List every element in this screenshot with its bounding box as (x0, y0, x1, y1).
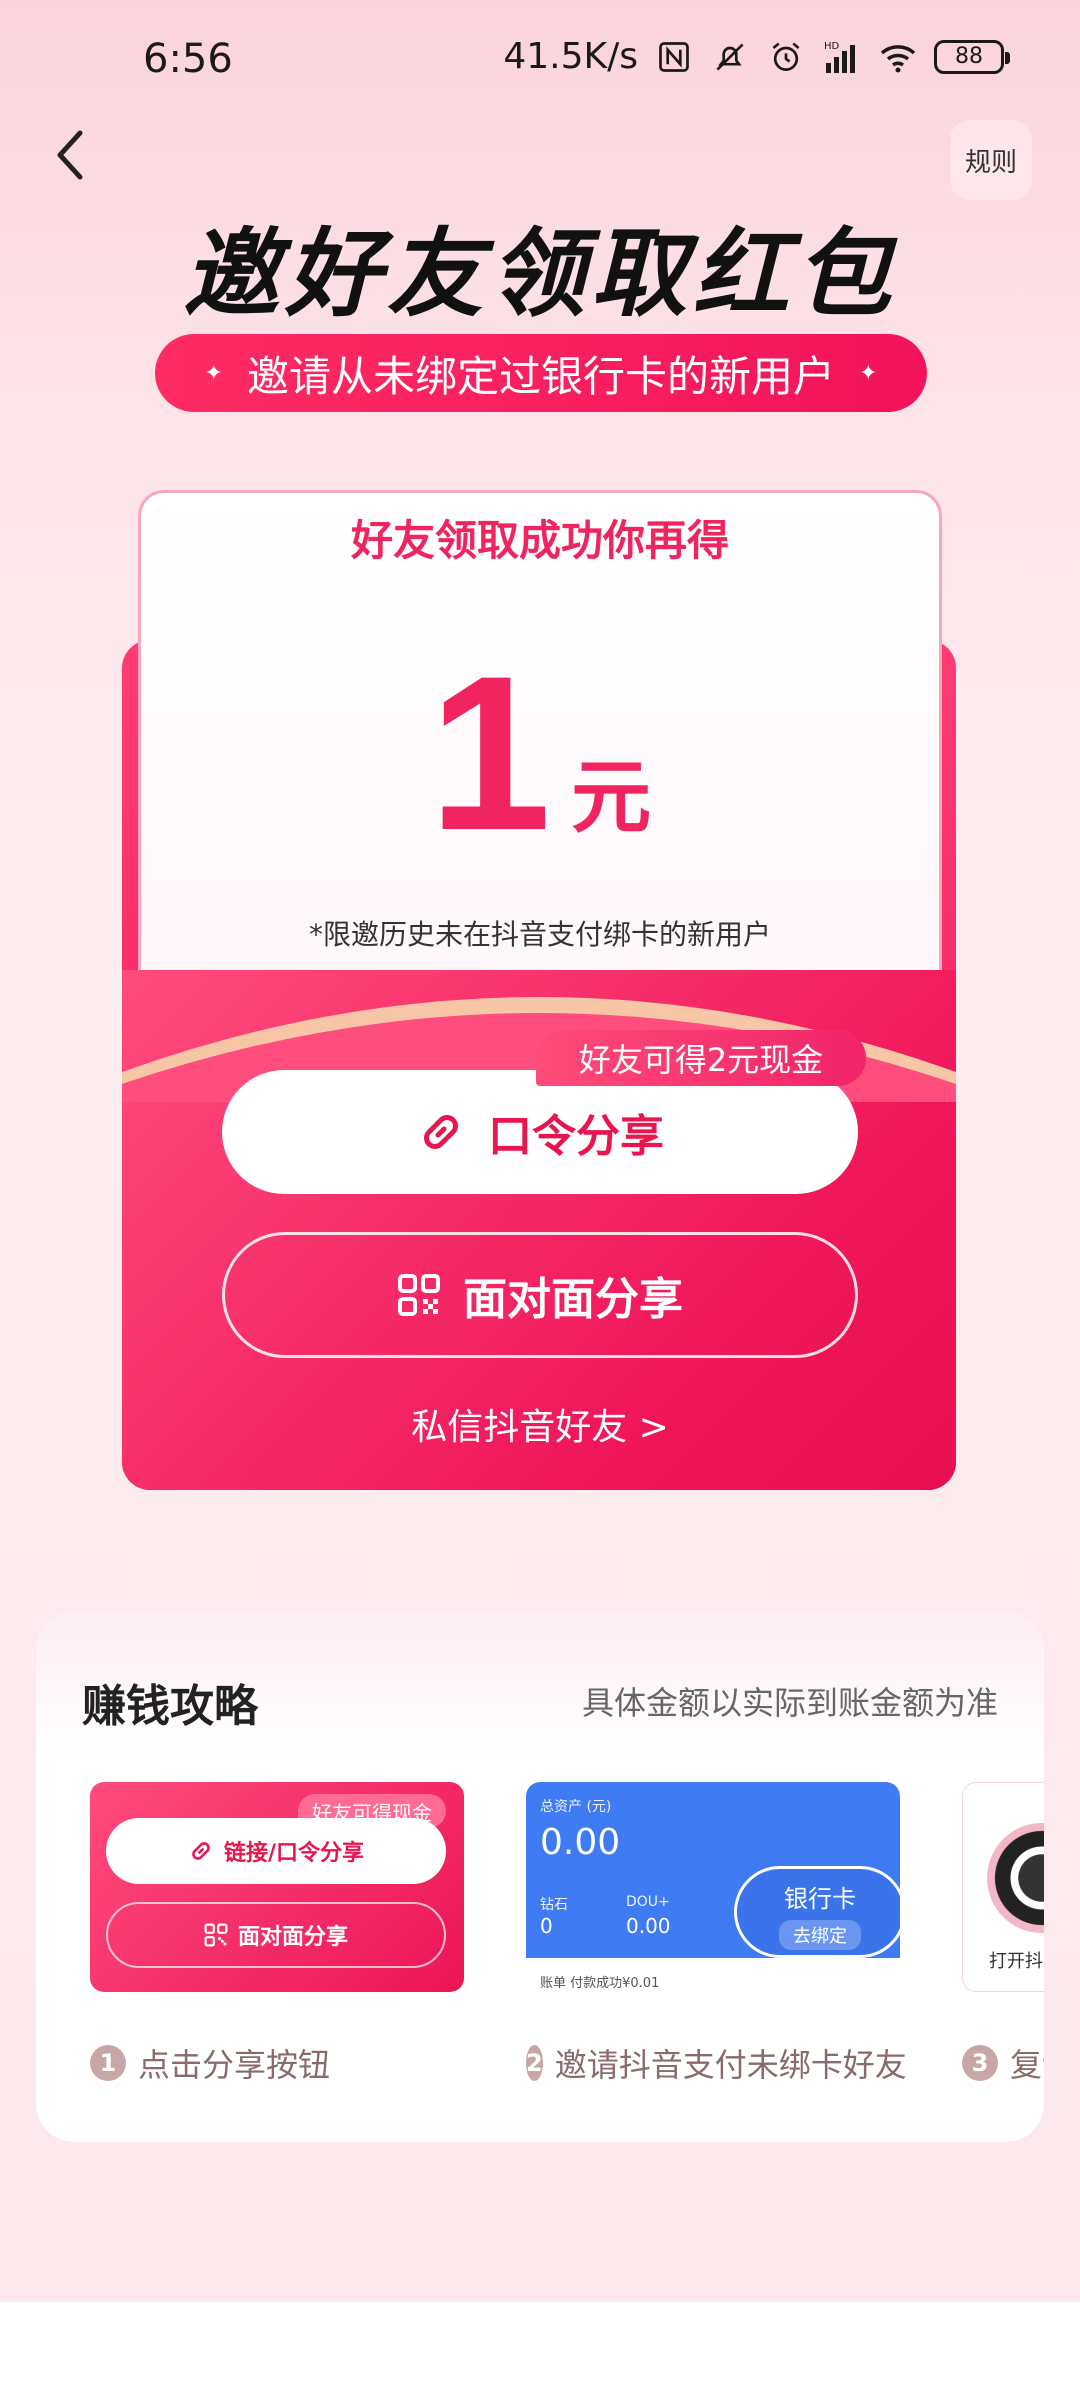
step-text: 邀请抖音支付未绑卡好友 (554, 2046, 907, 2084)
step-label-3: 3 复制 (962, 2040, 1044, 2086)
wallet-sub-label: DOU+ (626, 1894, 670, 1910)
bottom-bar (0, 2302, 1080, 2400)
step-card-2: 总资产 (元) 0.00 钻石 0 DOU+ 0.00 账单 付款成功¥0.01… (526, 1782, 907, 2086)
strategy-section: 赚钱攻略 具体金额以实际到账金额为准 好友可得现金 链接/口令分享 面对面分享 … (36, 1610, 1044, 2142)
subtitle-pill: ✦ 邀请从未绑定过银行卡的新用户 ✦ (155, 334, 927, 412)
alarm-icon (766, 37, 806, 77)
net-speed: 41.5K/s (503, 36, 638, 77)
signal-icon: HD (822, 37, 862, 77)
strategy-note: 具体金额以实际到账金额为准 (581, 1684, 998, 1722)
mute-icon (710, 37, 750, 77)
sparkle-icon: ✦ (204, 360, 223, 386)
private-message-link[interactable]: 私信抖音好友 > (0, 1398, 1080, 1450)
bonus-badge: 好友可得2元现金 (536, 1030, 866, 1086)
strategy-title: 赚钱攻略 (82, 1681, 258, 1732)
step-number: 3 (962, 2045, 998, 2081)
step-number: 1 (90, 2045, 126, 2081)
face-share-button[interactable]: 面对面分享 (222, 1232, 858, 1358)
link-icon (424, 1115, 458, 1149)
reward-header: 好友领取成功你再得 (350, 516, 729, 565)
amount-unit: 元 (571, 751, 652, 844)
password-share-label: 口令分享 (488, 1111, 664, 1162)
bank-card-bubble: 银行卡 去绑定 (734, 1866, 900, 1958)
face-share-label: 面对面分享 (463, 1274, 683, 1325)
chevron-left-icon (57, 130, 83, 180)
bank-card-title: 银行卡 (784, 1885, 856, 1913)
qr-code-icon (398, 1274, 440, 1316)
sparkle-icon: ✦ (859, 360, 878, 386)
wallet-sub-label: 钻石 (540, 1897, 568, 1913)
wallet-sub-value: 0 (540, 1914, 553, 1938)
mini-link-share-label: 链接/口令分享 (223, 1841, 365, 1866)
step-2-illustration: 总资产 (元) 0.00 钻石 0 DOU+ 0.00 账单 付款成功¥0.01… (526, 1782, 900, 1992)
amount-value: 1 (428, 630, 552, 876)
step-label-1: 1 点击分享按钮 (90, 2040, 470, 2086)
qr-code-icon (204, 1923, 228, 1947)
wallet-value: 0.00 (540, 1822, 621, 1863)
back-button[interactable] (40, 120, 100, 190)
battery-icon: 88 (934, 39, 1010, 74)
open-app-text: 打开抖 (989, 1951, 1043, 1972)
step-card-3: 打开抖 3 复制 (962, 1782, 1044, 2086)
step-card-1: 好友可得现金 链接/口令分享 面对面分享 1 点击分享按钮 (90, 1782, 470, 2086)
steps-carousel[interactable]: 好友可得现金 链接/口令分享 面对面分享 1 点击分享按钮 总资产 (元) 0.… (90, 1782, 1044, 2122)
mini-face-share-label: 面对面分享 (237, 1925, 348, 1950)
wifi-icon (878, 37, 918, 77)
step-label-2: 2 邀请抖音支付未绑卡好友 (526, 2040, 907, 2086)
status-icons: 41.5K/s HD 88 (503, 36, 1010, 77)
reward-amount: 1 元 (141, 630, 939, 876)
step-3-illustration: 打开抖 (962, 1782, 1044, 1992)
mini-face-share-button: 面对面分享 (106, 1902, 446, 1968)
wallet-footer: 账单 付款成功¥0.01 (540, 1976, 660, 1991)
password-share-button[interactable]: 口令分享 (222, 1070, 858, 1194)
status-bar: 6:56 41.5K/s HD 88 (0, 0, 1080, 120)
link-icon (192, 1842, 210, 1860)
nfc-icon (654, 37, 694, 77)
wallet-label: 总资产 (元) (540, 1799, 612, 1815)
rules-button[interactable]: 规则 (950, 120, 1032, 200)
step-text: 点击分享按钮 (138, 2046, 331, 2084)
subtitle-text: 邀请从未绑定过银行卡的新用户 (246, 351, 835, 401)
amount-note: *限邀历史未在抖音支付绑卡的新用户 (308, 918, 771, 951)
douyin-qr-icon (987, 1823, 1044, 1933)
step-text: 复制 (1010, 2046, 1044, 2084)
wallet-sub-value: 0.00 (626, 1914, 671, 1938)
mini-link-share-button: 链接/口令分享 (106, 1818, 446, 1884)
status-time: 6:56 (143, 36, 233, 82)
step-1-illustration: 好友可得现金 链接/口令分享 面对面分享 (90, 1782, 464, 1992)
hd-label: HD (824, 41, 840, 52)
page-title: 邀好友领取红包 (183, 218, 897, 330)
step-number: 2 (526, 2045, 543, 2081)
bind-card-button: 去绑定 (779, 1920, 861, 1950)
